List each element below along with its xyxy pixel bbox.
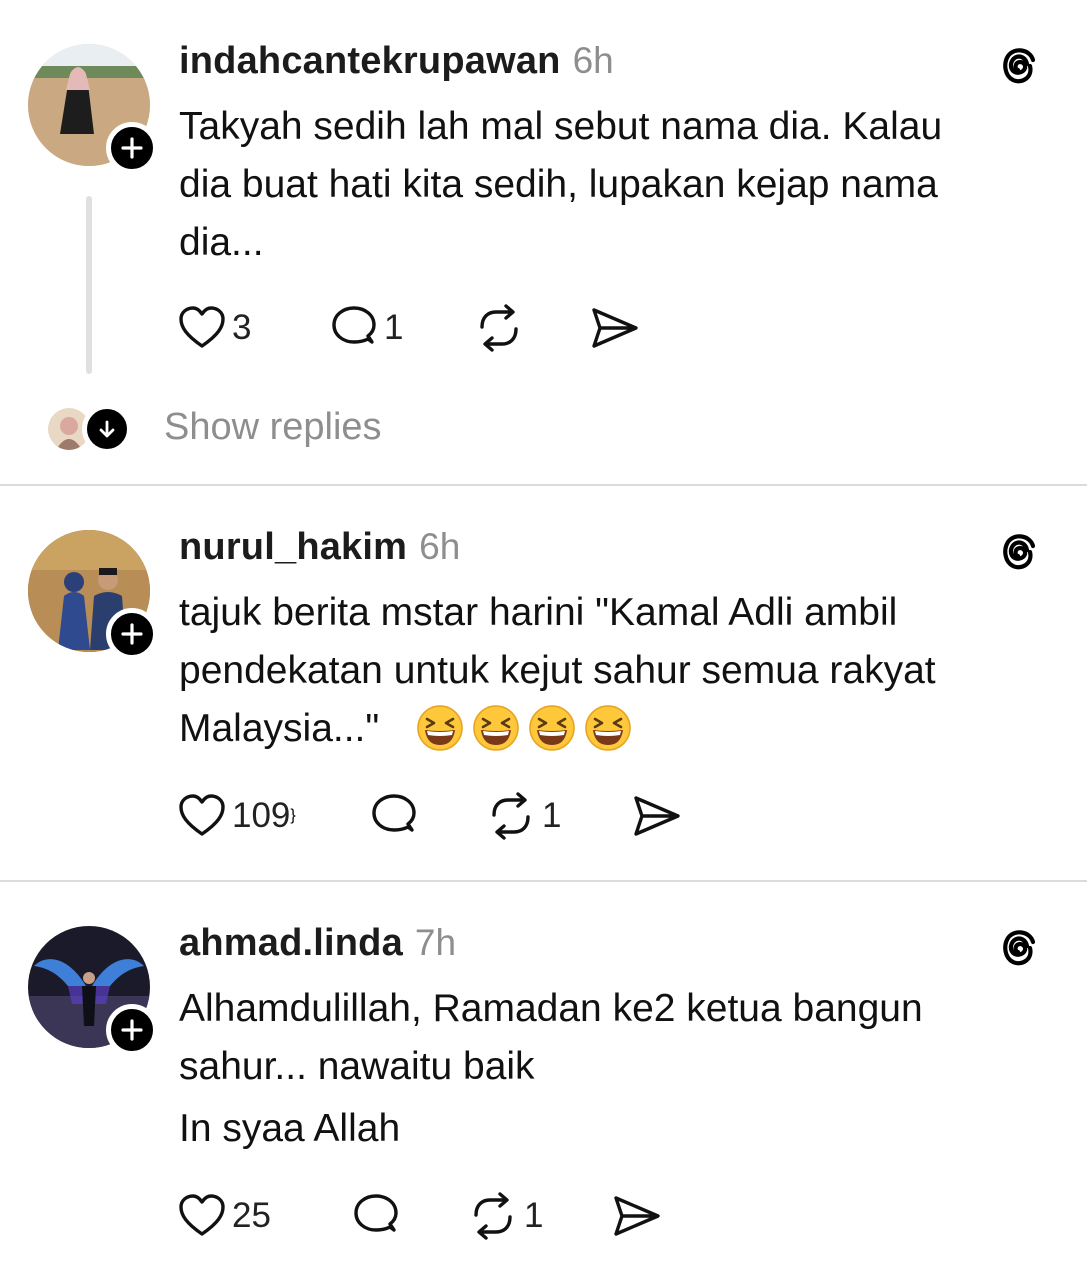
avatar-wrap — [28, 530, 158, 660]
post-text: tajuk berita mstar harini "Kamal Adli am… — [179, 584, 1039, 758]
grinning-squinting-face-emoji — [473, 705, 519, 751]
share-button[interactable] — [610, 1186, 662, 1246]
repost-count: 1 — [524, 1196, 544, 1235]
show-replies-label: Show replies — [164, 406, 382, 448]
follow-button[interactable] — [106, 1004, 158, 1056]
share-button[interactable] — [588, 298, 640, 358]
post-header: ahmad.linda 7h — [179, 922, 456, 965]
post-header: nurul_hakim 6h — [179, 526, 460, 569]
timestamp: 7h — [414, 922, 457, 963]
grinning-squinting-face-emoji — [585, 705, 631, 751]
heart-outline-icon — [179, 1194, 225, 1236]
threads-logo-icon[interactable] — [994, 924, 1044, 974]
send-icon — [634, 796, 680, 836]
post-text-line: tajuk berita mstar harini "Kamal Adli am… — [179, 591, 898, 634]
post-text-line: In syaa Allah — [179, 1107, 401, 1150]
post-text-line: Malaysia..." — [179, 700, 1039, 758]
avatar-wrap — [28, 44, 158, 174]
post-text-line: dia... — [179, 221, 264, 264]
username[interactable]: nurul_hakim — [179, 526, 407, 569]
like-count: 109 — [232, 796, 291, 835]
repost-arrows-icon — [492, 792, 530, 840]
like-button[interactable]: 25 — [176, 1186, 271, 1246]
post-text-fragment: Malaysia..." — [179, 707, 380, 750]
post-text-line: Takyah sedih lah mal sebut nama dia. Kal… — [179, 105, 943, 148]
repost-arrows-icon — [480, 304, 518, 352]
post-text: Alhamdulillah, Ramadan ke2 ketua bangun … — [179, 980, 1039, 1158]
plus-icon — [121, 137, 143, 159]
repost-count: 1 — [542, 796, 562, 835]
post-text-line: sahur... nawaitu baik — [179, 1045, 535, 1088]
avatar-wrap — [28, 926, 158, 1056]
username[interactable]: ahmad.linda — [179, 922, 403, 965]
speech-bubble-icon — [372, 794, 416, 832]
grinning-squinting-face-emoji — [529, 705, 575, 751]
arrow-down-icon — [99, 420, 115, 438]
repost-button[interactable]: 1 — [484, 786, 561, 846]
heart-outline-icon — [179, 794, 225, 836]
reply-button[interactable] — [350, 1186, 406, 1246]
plus-icon — [121, 1019, 143, 1041]
reply-button[interactable]: 1 — [328, 298, 403, 358]
grinning-squinting-face-emoji — [417, 705, 463, 751]
reply-count: 1 — [384, 308, 404, 347]
like-button[interactable]: 3 — [176, 298, 251, 358]
post-3: ahmad.linda 7h Alhamdulillah, Ramadan ke… — [0, 882, 1087, 1280]
send-icon — [592, 308, 638, 348]
post-text: Takyah sedih lah mal sebut nama dia. Kal… — [179, 98, 1039, 272]
speech-bubble-icon — [354, 1194, 398, 1232]
heart-outline-icon — [179, 306, 225, 348]
repost-arrows-icon — [474, 1192, 512, 1240]
threads-logo-icon[interactable] — [994, 42, 1044, 92]
follow-button[interactable] — [106, 122, 158, 174]
expand-badge — [82, 404, 132, 454]
post-1: indahcantekrupawan 6h Takyah sedih lah m… — [0, 0, 1087, 484]
threads-logo-icon[interactable] — [994, 528, 1044, 578]
plus-icon — [121, 623, 143, 645]
post-header: indahcantekrupawan 6h — [179, 40, 614, 83]
show-replies-row[interactable]: Show replies — [48, 404, 448, 456]
reply-button[interactable] — [368, 786, 424, 846]
share-button[interactable] — [630, 786, 682, 846]
post-text-line: dia buat hati kita sedih, lupakan kejap … — [179, 163, 938, 206]
timestamp: 6h — [419, 526, 461, 567]
send-icon — [614, 1196, 660, 1236]
post-2: nurul_hakim 6h tajuk berita mstar harini… — [0, 486, 1087, 878]
username[interactable]: indahcantekrupawan — [179, 40, 561, 83]
speech-bubble-icon — [332, 306, 376, 344]
repost-button[interactable]: 1 — [466, 1186, 543, 1246]
follow-button[interactable] — [106, 608, 158, 660]
post-text-line: Alhamdulillah, Ramadan ke2 ketua bangun — [179, 987, 923, 1030]
post-text-line: pendekatan untuk kejut sahur semua rakya… — [179, 649, 936, 692]
timestamp: 6h — [572, 40, 614, 81]
like-count: 3 — [232, 308, 252, 347]
thread-line — [86, 196, 92, 374]
like-button[interactable]: 109 } — [176, 786, 296, 846]
like-count: 25 — [232, 1196, 271, 1235]
repost-button[interactable] — [472, 298, 530, 358]
